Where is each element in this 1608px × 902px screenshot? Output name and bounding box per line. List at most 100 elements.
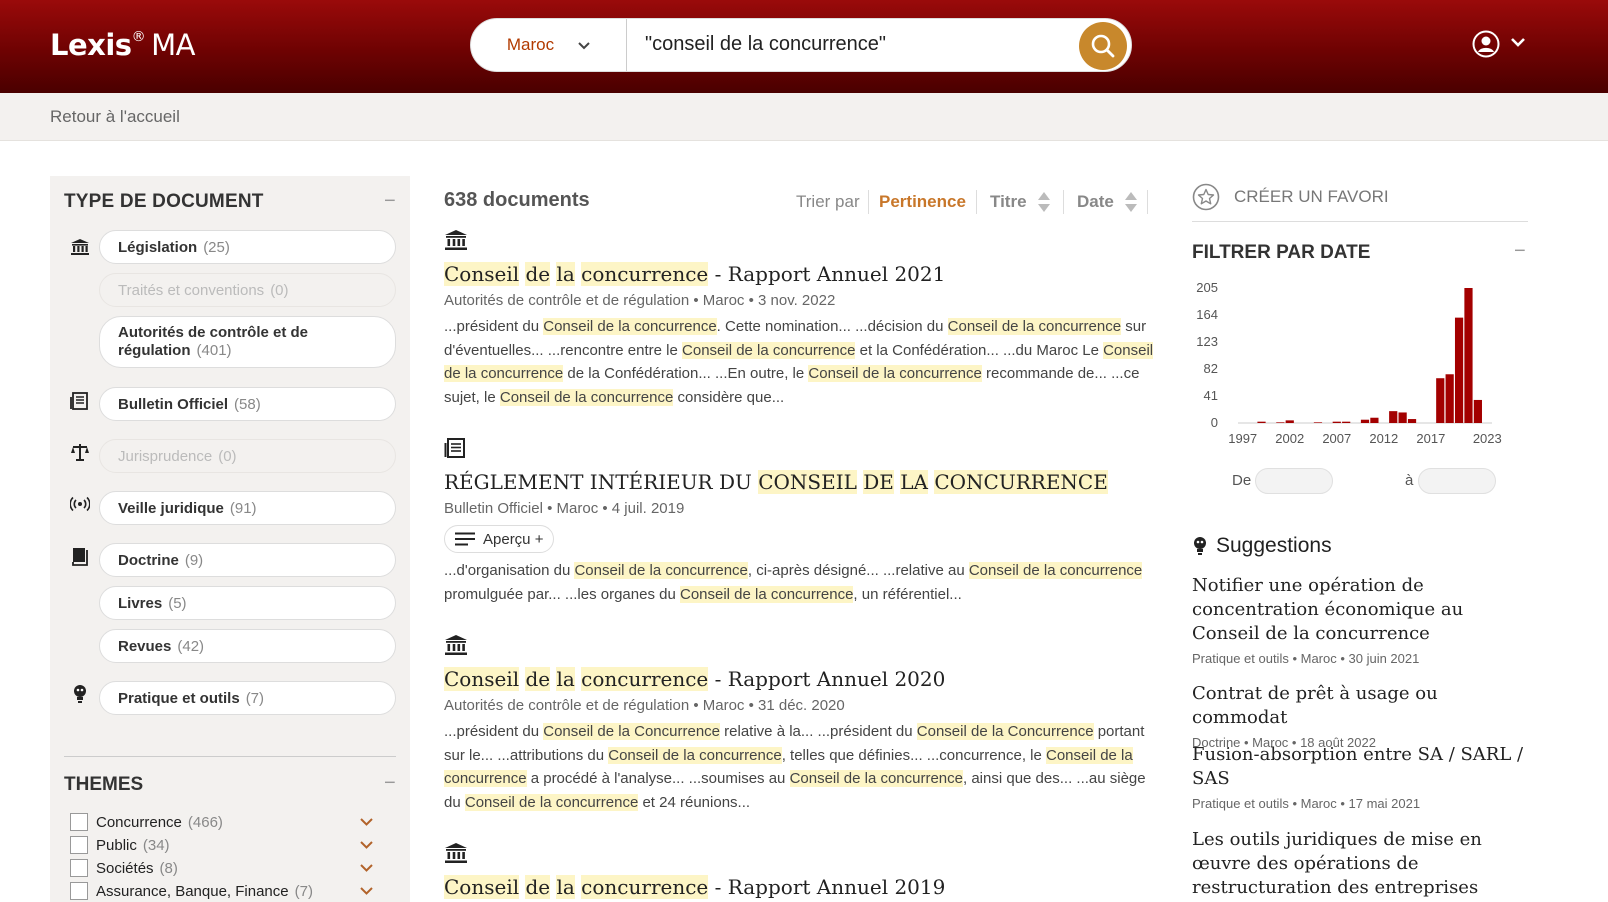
search-input[interactable] <box>645 33 1045 56</box>
result-snippet: ...président du Conseil de la Concurrenc… <box>444 723 1146 811</box>
country-select[interactable]: Maroc <box>471 19 627 71</box>
suggestion-title[interactable]: Fusion-absorption entre SA / SARL / SAS <box>1192 743 1532 791</box>
histogram-bar[interactable] <box>1360 419 1370 423</box>
date-from-input[interactable] <box>1255 468 1333 494</box>
histogram-bar[interactable] <box>1257 421 1266 423</box>
doc-type-legislation[interactable]: Législation (25) <box>99 230 396 264</box>
search-highlight: Conseil de la Concurrence <box>543 723 720 740</box>
user-menu-chevron-icon[interactable] <box>1510 34 1526 52</box>
theme-public[interactable]: Public (34) <box>70 835 170 855</box>
suggestion-item[interactable]: Contrat de prêt à usage ou commodat Doct… <box>1192 682 1532 750</box>
date-from-label: De <box>1232 472 1252 489</box>
book-icon <box>69 545 91 567</box>
histogram-bar[interactable] <box>1276 422 1285 423</box>
expand-chevron-icon[interactable] <box>360 860 373 875</box>
collapse-doc-type-icon[interactable]: − <box>384 190 396 213</box>
sort-titre[interactable]: Titre <box>990 192 1027 212</box>
expand-chevron-icon[interactable] <box>360 883 373 898</box>
x-tick-label: 2023 <box>1473 431 1502 446</box>
divider <box>1192 221 1528 222</box>
histogram-bar[interactable] <box>1445 374 1454 423</box>
doc-type-bulletin[interactable]: Bulletin Officiel (58) <box>99 387 396 421</box>
broadcast-icon <box>69 493 91 515</box>
search-highlight: Conseil de la Concurrence <box>916 723 1094 740</box>
institution-icon <box>445 230 467 250</box>
suggestion-item[interactable]: Les outils juridiques de mise en œuvre d… <box>1192 828 1532 900</box>
y-tick-label: 41 <box>1204 388 1218 403</box>
user-avatar-icon[interactable] <box>1472 30 1500 63</box>
x-tick-label: 2002 <box>1275 431 1304 446</box>
result-title[interactable]: Conseil de la concurrence - Rapport Annu… <box>444 875 1154 899</box>
institution-icon <box>445 843 467 863</box>
histogram-bar[interactable] <box>1313 422 1323 423</box>
sort-date[interactable]: Date <box>1077 192 1114 212</box>
suggestion-title[interactable]: Contrat de prêt à usage ou commodat <box>1192 682 1532 730</box>
result-meta: Autorités de contrôle et de régulation •… <box>444 292 836 309</box>
checkbox[interactable] <box>70 882 88 900</box>
histogram-bar[interactable] <box>1436 378 1445 423</box>
histogram-bar[interactable] <box>1332 421 1341 423</box>
x-tick-label: 2017 <box>1416 431 1445 446</box>
expand-chevron-icon[interactable] <box>360 814 373 829</box>
suggestion-item[interactable]: Notifier une opération de concentration … <box>1192 574 1532 666</box>
doc-type-veille[interactable]: Veille juridique (91) <box>99 491 396 525</box>
result-item: Conseil de la concurrence - Rapport Annu… <box>444 229 1154 409</box>
histogram-bar[interactable] <box>1389 411 1398 423</box>
search-highlight: Conseil de la concurrence <box>947 318 1122 335</box>
suggestion-title[interactable]: Les outils juridiques de mise en œuvre d… <box>1192 828 1532 900</box>
result-title[interactable]: Conseil de la concurrence - Rapport Annu… <box>444 667 1154 691</box>
histogram-bar[interactable] <box>1407 419 1417 423</box>
search-highlight: Conseil de la concurrence <box>968 562 1143 579</box>
doc-type-autorites[interactable]: Autorités de contrôle et de régulation (4… <box>99 316 396 368</box>
search-highlight: Conseil de la concurrence <box>808 365 982 382</box>
result-item: Conseil de la concurrence - Rapport Annu… <box>444 634 1154 814</box>
app-logo[interactable]: Lexis® MA <box>50 28 195 62</box>
result-title[interactable]: RÉGLEMENT INTÉRIEUR DU CONSEIL DE LA CON… <box>444 470 1154 494</box>
lightbulb-icon <box>1194 537 1206 555</box>
histogram-bar[interactable] <box>1342 421 1351 423</box>
doc-type-livres[interactable]: Livres (5) <box>99 586 396 620</box>
search-button[interactable] <box>1079 22 1127 70</box>
doc-type-pratique[interactable]: Pratique et outils (7) <box>99 681 396 715</box>
checkbox[interactable] <box>70 813 88 831</box>
date-filter-heading: FILTRER PAR DATE <box>1192 242 1371 263</box>
histogram-bar[interactable] <box>1473 399 1482 423</box>
suggestion-title[interactable]: Notifier une opération de concentration … <box>1192 574 1532 646</box>
divider <box>1063 190 1064 214</box>
star-icon <box>1192 183 1220 211</box>
histogram-bar[interactable] <box>1464 288 1473 423</box>
doc-type-doctrine[interactable]: Doctrine (9) <box>99 543 396 577</box>
back-home-link[interactable]: Retour à l'accueil <box>50 107 180 127</box>
collapse-themes-icon[interactable]: − <box>384 772 396 795</box>
apercu-button[interactable]: Aperçu + <box>444 525 555 553</box>
y-tick-label: 82 <box>1204 361 1218 376</box>
sort-pertinence[interactable]: Pertinence <box>879 192 966 212</box>
search-highlight: Conseil de la concurrence <box>543 318 717 335</box>
suggestion-item[interactable]: Fusion-absorption entre SA / SARL / SAS … <box>1192 743 1532 811</box>
histogram-bar[interactable] <box>1370 417 1379 423</box>
date-to-input[interactable] <box>1418 468 1496 494</box>
results-count: 638 documents <box>444 189 590 211</box>
theme-concurrence[interactable]: Concurrence (466) <box>70 812 223 832</box>
sort-arrows-icon[interactable] <box>1124 191 1138 213</box>
sort-arrows-icon[interactable] <box>1037 191 1051 213</box>
result-title[interactable]: Conseil de la concurrence - Rapport Annu… <box>444 262 1154 286</box>
doc-type-revues[interactable]: Revues (42) <box>99 629 396 663</box>
expand-chevron-icon[interactable] <box>360 837 373 852</box>
newspaper-icon <box>444 438 465 458</box>
checkbox[interactable] <box>70 859 88 877</box>
checkbox[interactable] <box>70 836 88 854</box>
theme-societes[interactable]: Sociétés (8) <box>70 858 178 878</box>
search-highlight: Conseil de la concurrence <box>608 746 782 764</box>
date-histogram[interactable]: 205 164 123 82 41 0 1997 2002 2007 2012 2017 2023 <box>1192 276 1528 466</box>
collapse-date-filter-icon[interactable]: − <box>1514 240 1526 263</box>
divider <box>1147 190 1148 214</box>
divider <box>976 190 977 214</box>
date-to-label: à <box>1405 472 1414 489</box>
create-favorite-button[interactable]: CRÉER UN FAVORI <box>1192 183 1389 211</box>
theme-assurance[interactable]: Assurance, Banque, Finance (7) <box>70 881 313 901</box>
histogram-bar[interactable] <box>1285 420 1294 423</box>
histogram-bar[interactable] <box>1398 412 1407 423</box>
histogram-bar[interactable] <box>1454 317 1464 423</box>
divider <box>868 190 869 214</box>
